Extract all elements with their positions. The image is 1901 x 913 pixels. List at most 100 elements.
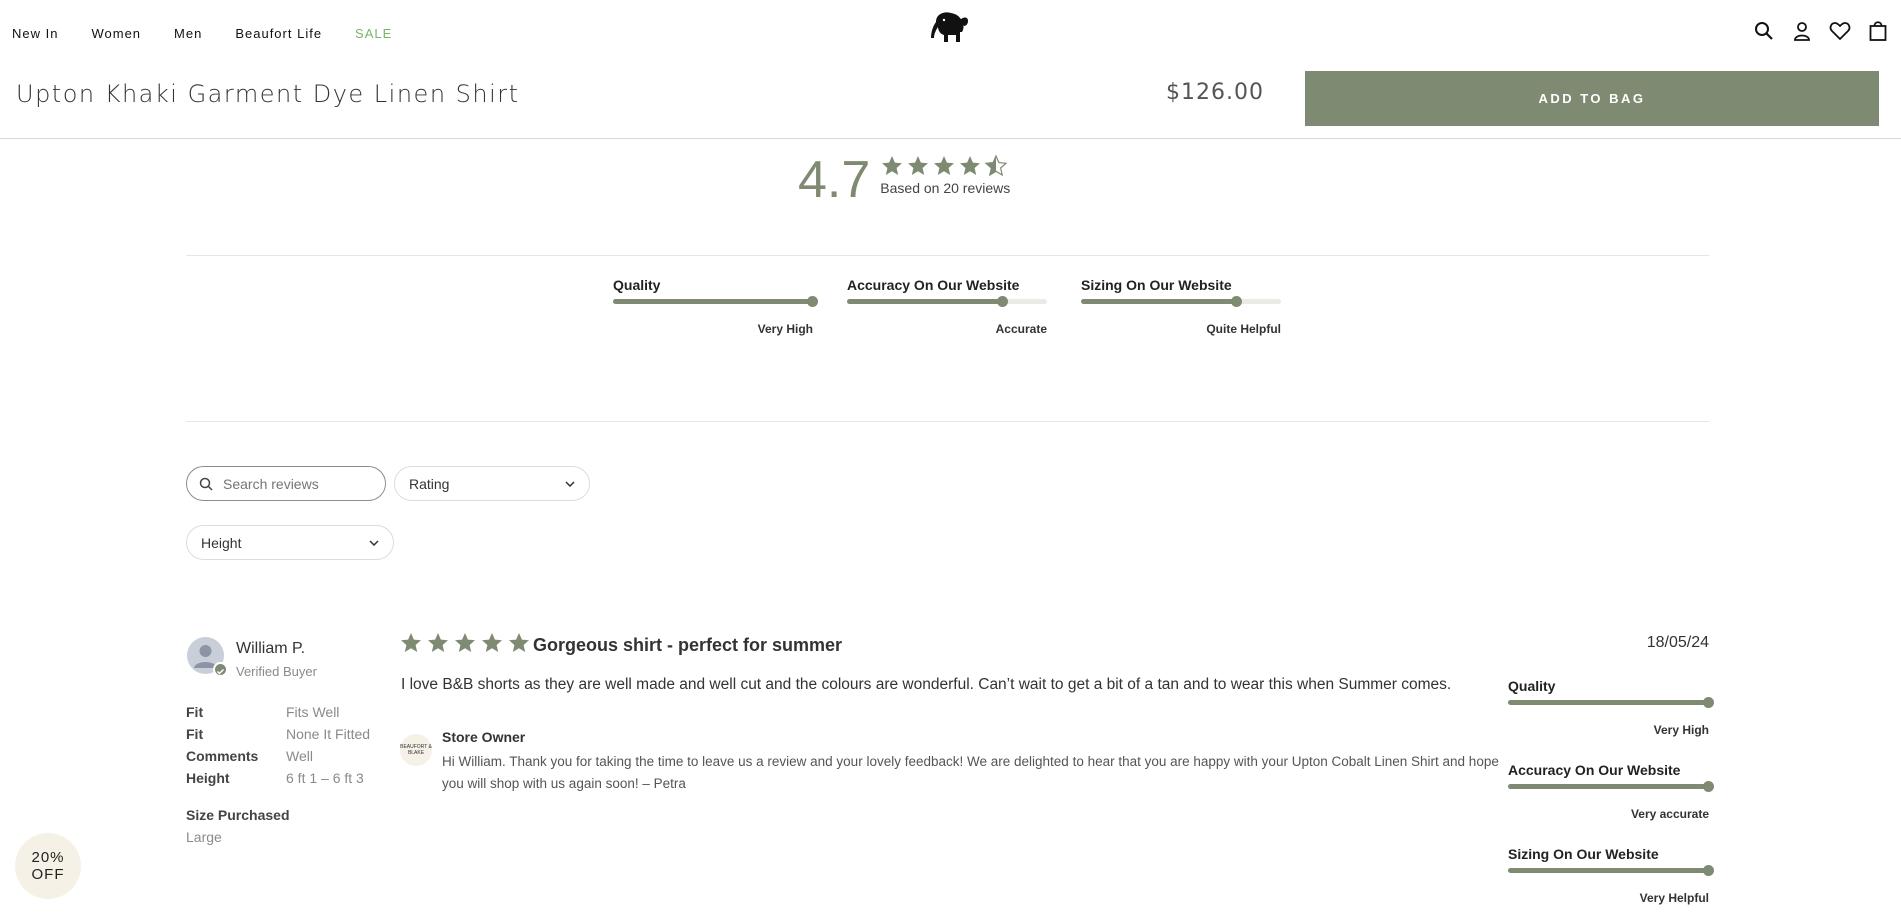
nav-sale[interactable]: SALE bbox=[355, 26, 392, 41]
divider bbox=[186, 255, 1709, 256]
product-price: $126.00 bbox=[1166, 80, 1264, 105]
sticky-product-bar: Upton Khaki Garment Dye Linen Shirt $126… bbox=[0, 66, 1901, 139]
header-actions bbox=[1753, 20, 1889, 42]
attribute-label: Quality bbox=[1508, 678, 1556, 694]
attribute-knob bbox=[1231, 296, 1242, 307]
average-rating: 4.7 bbox=[798, 151, 871, 209]
nav-men[interactable]: Men bbox=[174, 26, 202, 41]
meta-value: Large bbox=[186, 829, 222, 845]
meta-key: Fit bbox=[186, 726, 204, 742]
attribute-knob bbox=[807, 296, 818, 307]
attribute-label: Sizing On Our Website bbox=[1081, 277, 1232, 293]
search-icon[interactable] bbox=[1753, 20, 1775, 42]
add-to-bag-button[interactable]: ADD TO BAG bbox=[1305, 71, 1879, 126]
star-icon bbox=[455, 633, 475, 652]
attribute-value: Very High bbox=[757, 322, 813, 336]
attribute-fill bbox=[1081, 299, 1237, 304]
review-body: I love B&B shorts as they are well made … bbox=[401, 676, 1452, 693]
review-stars bbox=[399, 631, 531, 655]
attribute-label: Accuracy On Our Website bbox=[847, 277, 1020, 293]
account-icon[interactable] bbox=[1791, 20, 1813, 42]
nav-beaufort-life[interactable]: Beaufort Life bbox=[235, 26, 322, 41]
review-attribute-accuracy: Accuracy On Our Website Very accurate bbox=[1508, 762, 1714, 825]
star-icon bbox=[934, 156, 955, 175]
attribute-fill bbox=[613, 299, 813, 304]
height-filter-select[interactable]: Height bbox=[186, 525, 394, 560]
reviewer-name: William P. bbox=[236, 640, 306, 657]
verified-buyer-label: Verified Buyer bbox=[236, 664, 317, 679]
attribute-value: Quite Helpful bbox=[1206, 322, 1281, 336]
review-date: 18/05/24 bbox=[1646, 634, 1709, 651]
discount-off: OFF bbox=[31, 866, 65, 883]
attribute-knob bbox=[997, 296, 1008, 307]
star-icon bbox=[428, 633, 448, 652]
attribute-track bbox=[1508, 781, 1714, 792]
chevron-down-icon bbox=[369, 539, 379, 546]
attribute-label: Quality bbox=[613, 277, 661, 293]
search-reviews-input[interactable] bbox=[221, 474, 371, 493]
attribute-quality: Quality Very High bbox=[613, 277, 818, 340]
attribute-knob bbox=[1703, 865, 1714, 876]
review-title: Gorgeous shirt - perfect for summer bbox=[533, 635, 843, 655]
attribute-track bbox=[1081, 296, 1281, 307]
attribute-knob bbox=[1703, 697, 1714, 708]
wishlist-heart-icon[interactable] bbox=[1829, 20, 1851, 42]
attribute-track bbox=[847, 296, 1047, 307]
attribute-knob bbox=[1703, 781, 1714, 792]
store-owner-reply: Hi William. Thank you for taking the tim… bbox=[442, 754, 1499, 791]
product-title: Upton Khaki Garment Dye Linen Shirt bbox=[16, 80, 520, 108]
attribute-track bbox=[613, 296, 818, 307]
height-filter-label: Height bbox=[201, 534, 242, 551]
reviewer-avatar bbox=[187, 637, 228, 677]
attribute-track bbox=[1508, 697, 1714, 708]
star-icon bbox=[482, 633, 502, 652]
rating-filter-label: Rating bbox=[409, 475, 450, 492]
meta-value: Well bbox=[286, 748, 313, 764]
meta-key: Fit bbox=[186, 704, 204, 720]
attribute-label: Sizing On Our Website bbox=[1508, 846, 1659, 862]
review-count: Based on 20 reviews bbox=[880, 180, 1011, 196]
rating-filter-select[interactable]: Rating bbox=[394, 466, 590, 501]
nav-women[interactable]: Women bbox=[91, 26, 141, 41]
divider bbox=[186, 421, 1709, 422]
attribute-value: Very High bbox=[1653, 723, 1709, 737]
rating-summary: 4.7 Based on 20 reviews bbox=[798, 152, 1010, 208]
meta-value: Fits Well bbox=[286, 704, 340, 720]
main-menu: New In Women Men Beaufort Life SALE bbox=[12, 0, 425, 66]
top-nav: New In Women Men Beaufort Life SALE bbox=[0, 0, 1901, 66]
search-reviews-field[interactable] bbox=[186, 466, 386, 501]
meta-key: Size Purchased bbox=[186, 807, 290, 823]
star-icon bbox=[509, 633, 529, 652]
attribute-fill bbox=[1508, 784, 1709, 789]
meta-value: None It Fitted bbox=[286, 726, 371, 742]
attribute-sizing: Sizing On Our Website Quite Helpful bbox=[1081, 277, 1281, 340]
chevron-down-icon bbox=[565, 480, 575, 487]
review-attribute-sizing: Sizing On Our Website Very Helpful bbox=[1508, 846, 1714, 909]
attribute-value: Very Helpful bbox=[1639, 891, 1709, 905]
elephant-logo-icon[interactable] bbox=[926, 8, 970, 46]
half-star-icon bbox=[984, 154, 1008, 177]
star-icon bbox=[401, 633, 421, 652]
attribute-accuracy: Accuracy On Our Website Accurate bbox=[847, 277, 1047, 340]
attribute-value: Accurate bbox=[995, 322, 1047, 336]
attribute-value: Very accurate bbox=[1630, 807, 1709, 821]
star-icon bbox=[882, 156, 903, 175]
nav-new-in[interactable]: New In bbox=[12, 26, 58, 41]
average-stars bbox=[880, 154, 1010, 178]
attribute-label: Accuracy On Our Website bbox=[1508, 762, 1681, 778]
star-icon bbox=[908, 156, 929, 175]
store-owner-name: Store Owner bbox=[442, 729, 526, 745]
discount-percent: 20% bbox=[31, 849, 65, 866]
meta-key: Comments bbox=[186, 748, 259, 764]
attribute-fill bbox=[1508, 700, 1709, 705]
meta-key: Height bbox=[186, 770, 230, 786]
discount-badge[interactable]: 20% OFF bbox=[15, 833, 81, 899]
review-attribute-quality: Quality Very High bbox=[1508, 678, 1714, 741]
attribute-fill bbox=[847, 299, 1003, 304]
shopping-bag-icon[interactable] bbox=[1867, 20, 1889, 42]
search-icon bbox=[199, 477, 213, 491]
attribute-track bbox=[1508, 865, 1714, 876]
verified-check-icon bbox=[213, 662, 228, 677]
attribute-fill bbox=[1508, 868, 1709, 873]
store-owner-logo: BEAUFORT & BLAKE bbox=[400, 734, 432, 766]
